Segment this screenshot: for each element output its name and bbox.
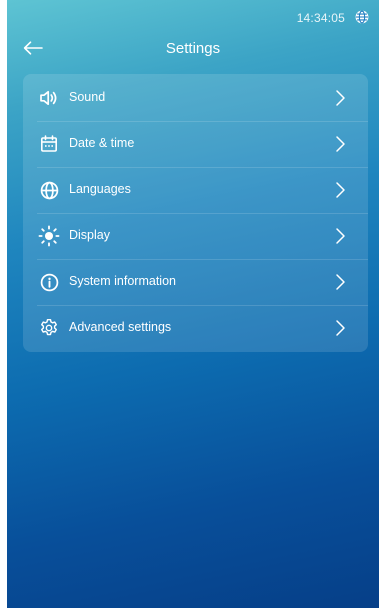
chevron-right-icon [336,274,345,290]
globe-icon [38,179,60,201]
chevron-right-icon [336,182,345,198]
menu-item-label: Advanced settings [69,320,172,334]
settings-menu: Sound Date & time Languages Display Syst… [23,74,368,352]
menu-item-languages[interactable]: Languages [23,167,368,213]
menu-item-advanced-settings[interactable]: Advanced settings [23,305,368,351]
menu-item-display[interactable]: Display [23,213,368,259]
menu-item-date-time[interactable]: Date & time [23,121,368,167]
speaker-icon [38,87,60,109]
chevron-right-icon [336,136,345,152]
globe-icon[interactable] [355,10,369,24]
menu-item-label: System information [69,274,176,288]
menu-item-label: Display [69,228,110,242]
sun-icon [38,225,60,247]
chevron-right-icon [336,228,345,244]
menu-item-sound[interactable]: Sound [23,75,368,121]
menu-item-label: Languages [69,182,131,196]
page-title: Settings [165,40,221,57]
menu-item-label: Date & time [69,136,135,150]
menu-item-system-information[interactable]: System information [23,259,368,305]
calendar-icon [38,133,60,155]
status-time: 14:34:05 [296,11,345,25]
chevron-right-icon [336,90,345,106]
gear-icon [38,317,60,339]
chevron-right-icon [336,320,345,336]
settings-screen: 14:34:05 Settings Sound Date & time Lang… [7,0,379,608]
info-icon [38,271,60,293]
menu-item-label: Sound [69,90,106,104]
